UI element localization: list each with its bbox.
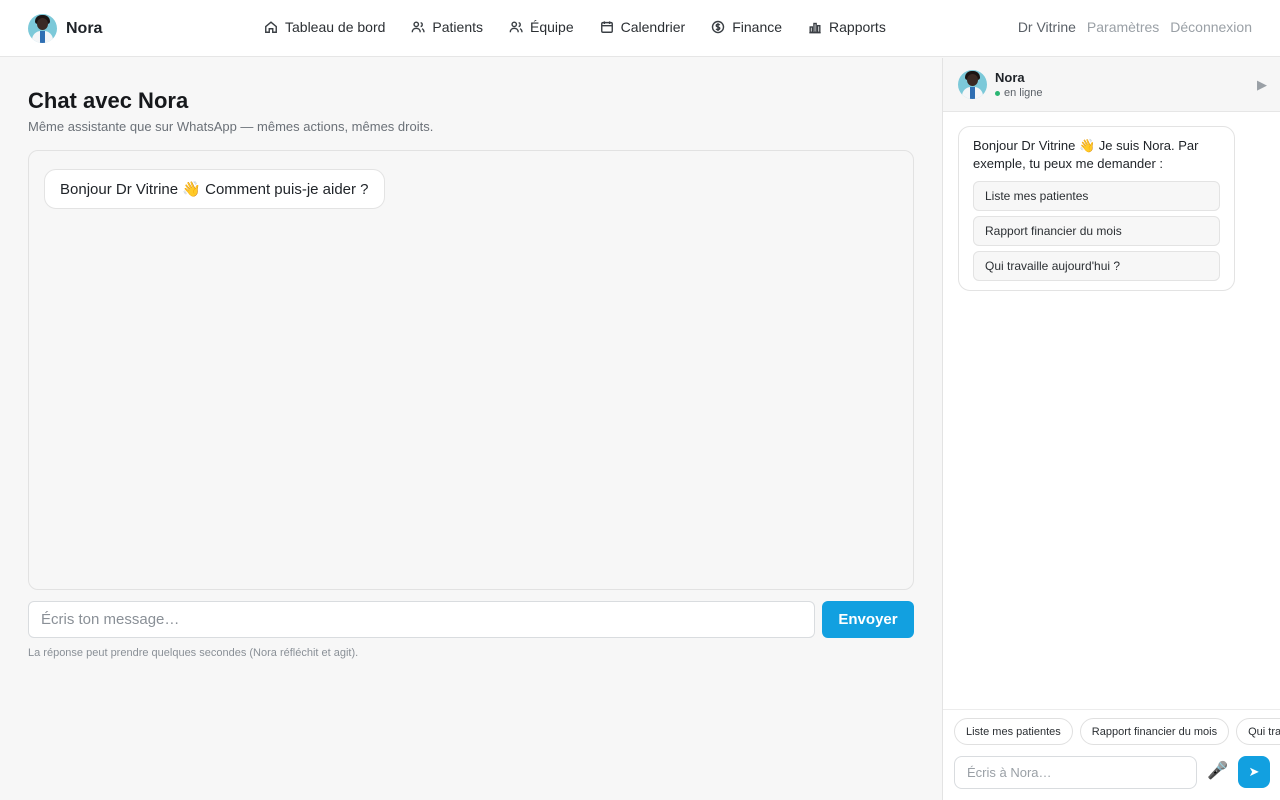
side-send-button[interactable]: ➤	[1238, 756, 1270, 788]
nav-label: Tableau de bord	[285, 19, 386, 35]
brand-name: Nora	[66, 19, 103, 37]
suggestion-button[interactable]: Rapport financier du mois	[973, 216, 1220, 246]
account-links: Dr Vitrine Paramètres Déconnexion	[1018, 19, 1252, 35]
nav-label: Patients	[432, 19, 484, 35]
team-icon	[509, 21, 523, 33]
main-nav: Tableau de bord Patients Équipe Calendri…	[264, 19, 886, 35]
logout-link[interactable]: Déconnexion	[1170, 19, 1252, 35]
message-composer: Envoyer	[28, 601, 914, 638]
main-content: Chat avec Nora Même assistante que sur W…	[0, 58, 942, 800]
status-label: en ligne	[1004, 87, 1043, 99]
settings-link[interactable]: Paramètres	[1087, 19, 1159, 35]
play-icon[interactable]: ▶	[1257, 77, 1267, 93]
nav-label: Rapports	[829, 19, 886, 35]
nav-dashboard[interactable]: Tableau de bord	[264, 19, 385, 35]
page-title: Chat avec Nora	[28, 88, 189, 113]
nav-reports[interactable]: Rapports	[808, 19, 886, 35]
nav-team[interactable]: Équipe	[509, 19, 574, 35]
page-subtitle: Même assistante que sur WhatsApp — mêmes…	[28, 119, 434, 134]
message-input[interactable]	[28, 601, 815, 638]
assistant-intro-message: Bonjour Dr Vitrine 👋 Je suis Nora. Par e…	[958, 126, 1235, 291]
suggestion-button[interactable]: Qui travaille aujourd'hui ?	[973, 251, 1220, 281]
response-hint: La réponse peut prendre quelques seconde…	[28, 647, 359, 659]
nav-label: Équipe	[530, 19, 574, 35]
nav-patients[interactable]: Patients	[411, 19, 483, 35]
quick-reply-chip[interactable]: Qui travaille aujourd'hui ?	[1236, 718, 1280, 745]
nav-calendar[interactable]: Calendrier	[600, 19, 686, 35]
top-navigation-bar: Nora Tableau de bord Patients Équipe Cal…	[0, 0, 1280, 57]
chat-history[interactable]: Bonjour Dr Vitrine 👋 Comment puis-je aid…	[28, 150, 914, 590]
nav-label: Finance	[732, 19, 783, 35]
current-user: Dr Vitrine	[1017, 19, 1076, 35]
send-arrow-icon: ➤	[1248, 764, 1260, 779]
assistant-name: Nora	[995, 70, 1025, 85]
brand[interactable]: Nora	[28, 14, 102, 43]
dollar-icon	[711, 20, 725, 34]
quick-reply-bar[interactable]: Liste mes patientes Rapport financier du…	[943, 709, 1280, 755]
quick-reply-chip[interactable]: Rapport financier du mois	[1079, 718, 1230, 745]
calendar-icon	[600, 21, 613, 33]
nora-avatar	[958, 70, 987, 99]
online-status: en ligne	[995, 87, 1043, 99]
home-icon	[265, 21, 277, 33]
side-message-input[interactable]	[954, 756, 1197, 789]
bar-chart-icon	[809, 22, 821, 34]
intro-text: Bonjour Dr Vitrine 👋 Je suis Nora. Par e…	[973, 138, 1199, 171]
chat-side-panel: Nora en ligne ▶ Bonjour Dr Vitrine 👋 Je …	[942, 58, 1280, 800]
nora-avatar	[28, 14, 57, 43]
nav-finance[interactable]: Finance	[711, 19, 782, 35]
microphone-icon[interactable]: 🎤	[1207, 761, 1228, 781]
suggestion-button[interactable]: Liste mes patientes	[973, 181, 1220, 211]
assistant-message: Bonjour Dr Vitrine 👋 Comment puis-je aid…	[44, 169, 385, 209]
send-button[interactable]: Envoyer	[822, 601, 914, 638]
nav-label: Calendrier	[620, 19, 686, 35]
side-panel-header: Nora en ligne ▶	[943, 58, 1280, 112]
users-icon	[412, 21, 426, 33]
quick-reply-chip[interactable]: Liste mes patientes	[954, 718, 1073, 745]
online-dot-icon	[995, 90, 1000, 96]
